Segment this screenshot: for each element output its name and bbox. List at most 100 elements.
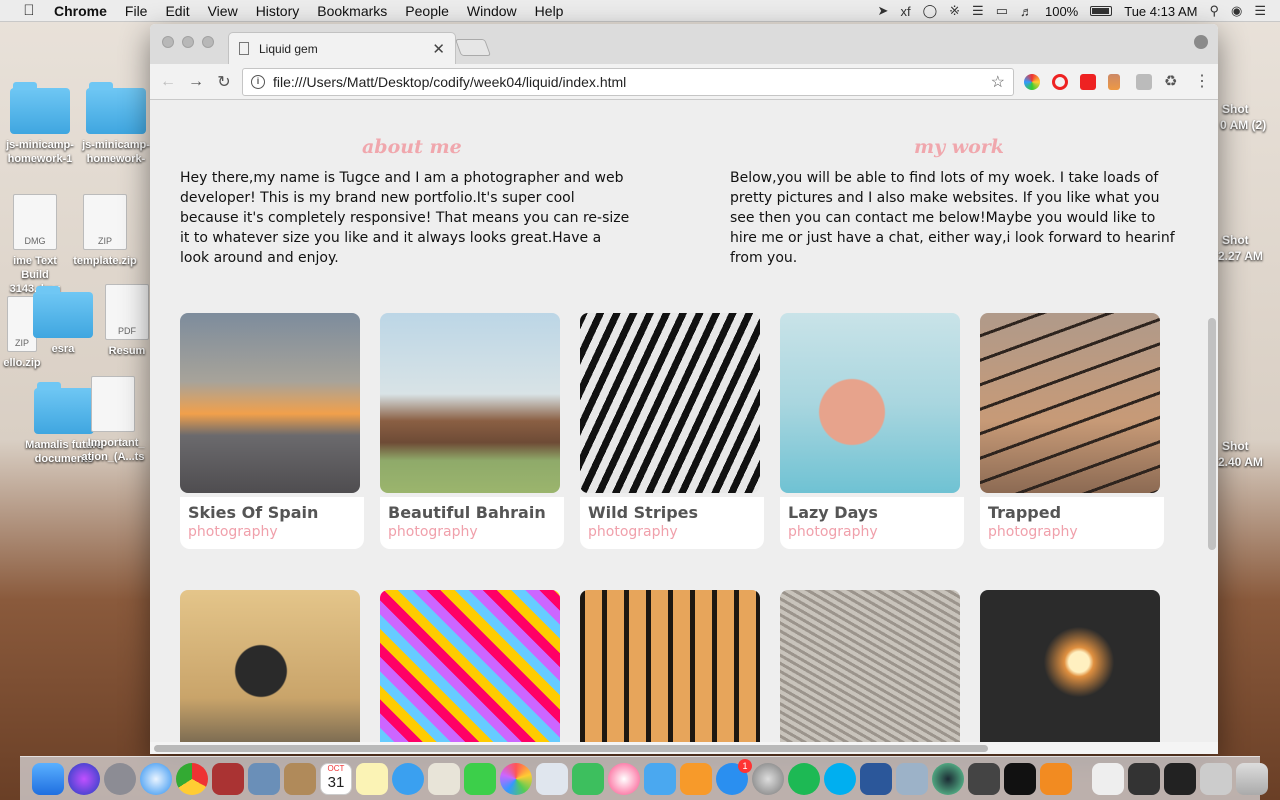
gallery-card[interactable]: Skies Of Spain photography: [180, 313, 364, 549]
card-title[interactable]: Skies Of Spain: [188, 503, 356, 522]
menu-view[interactable]: View: [199, 0, 247, 22]
safari-icon[interactable]: [140, 762, 172, 795]
trapped-photo[interactable]: [980, 313, 1160, 493]
gallery-card[interactable]: [180, 590, 364, 754]
contacts-icon[interactable]: [284, 762, 316, 795]
lazy-days-photo[interactable]: [780, 313, 960, 493]
xf-icon[interactable]: xf: [900, 4, 910, 19]
maps-icon[interactable]: [428, 762, 460, 795]
launchpad-icon[interactable]: [104, 762, 136, 795]
card-title[interactable]: Trapped: [988, 503, 1156, 522]
profile-icon[interactable]: [1194, 35, 1208, 49]
battery-icon[interactable]: [1090, 6, 1113, 16]
url-text[interactable]: file:///Users/Matt/Desktop/codify/week04…: [273, 74, 626, 90]
screenshot-label[interactable]: 2.27 AM: [1218, 249, 1263, 263]
youtube-extension-icon[interactable]: [1080, 74, 1096, 90]
twigs-photo[interactable]: [780, 590, 960, 754]
close-tab-icon[interactable]: ✕: [432, 40, 445, 58]
preview-icon[interactable]: [248, 762, 280, 795]
menu-file[interactable]: File: [116, 0, 157, 22]
menu-edit[interactable]: Edit: [156, 0, 198, 22]
beautiful-bahrain-photo[interactable]: [380, 313, 560, 493]
numbers-icon[interactable]: [572, 762, 604, 795]
minimized-terminal-icon[interactable]: [1164, 762, 1196, 795]
gallery-card[interactable]: [980, 590, 1164, 754]
finder-icon[interactable]: [32, 762, 64, 795]
keynote-icon[interactable]: [536, 762, 568, 795]
gallery-card[interactable]: Beautiful Bahrain photography: [380, 313, 564, 549]
vertical-scrollbar[interactable]: [1208, 318, 1216, 550]
menu-app-name[interactable]: Chrome: [40, 0, 116, 22]
downloads-stack-icon[interactable]: [1092, 762, 1124, 795]
card-tag[interactable]: photography: [588, 524, 756, 540]
minimize-window-button[interactable]: [182, 36, 194, 48]
airplay-icon[interactable]: ▭: [996, 3, 1008, 19]
tab-liquid-gem[interactable]: Liquid gem ✕: [228, 32, 456, 64]
photos-icon[interactable]: [500, 762, 532, 795]
reload-button[interactable]: ↻: [210, 72, 238, 92]
wild-stripes-photo[interactable]: [580, 313, 760, 493]
gallery-card[interactable]: [780, 590, 964, 754]
hammer-extension-icon[interactable]: [1108, 74, 1120, 90]
facetime-icon[interactable]: [464, 762, 496, 795]
menu-window[interactable]: Window: [458, 0, 526, 22]
minimized-window-icon[interactable]: [1128, 762, 1160, 795]
volume-icon[interactable]: ♬: [1020, 4, 1033, 19]
horizontal-scrollbar-thumb[interactable]: [154, 745, 988, 752]
sublime-orange-icon[interactable]: [1040, 762, 1072, 795]
chrome-menu-icon[interactable]: ⋮: [1194, 74, 1210, 90]
siri-icon[interactable]: [68, 762, 100, 795]
screenshot-label[interactable]: Shot: [1222, 233, 1249, 247]
site-info-icon[interactable]: i: [251, 75, 265, 89]
screenshot-label[interactable]: 0 AM (2): [1220, 118, 1266, 132]
new-tab-button[interactable]: [454, 39, 492, 56]
card-tag[interactable]: photography: [188, 524, 356, 540]
menu-history[interactable]: History: [247, 0, 309, 22]
system-preferences-icon[interactable]: [752, 762, 784, 795]
notes-icon[interactable]: [356, 762, 388, 795]
desktop-folder[interactable]: esra: [30, 286, 96, 356]
location-icon[interactable]: ➤: [878, 3, 889, 19]
rider-silhouette-photo[interactable]: [180, 590, 360, 754]
color-picker-extension-icon[interactable]: [1024, 74, 1040, 90]
screenshot-label[interactable]: 2.40 AM: [1218, 455, 1263, 469]
minimized-window-icon[interactable]: [1200, 762, 1232, 795]
fire-spinner-photo[interactable]: [980, 590, 1160, 754]
card-tag[interactable]: photography: [988, 524, 1156, 540]
desktop-file[interactable]: ZIP template.zip: [70, 194, 140, 268]
desktop-folder[interactable]: js-minicamp-homework-1: [6, 82, 74, 166]
itunes-icon[interactable]: [608, 762, 640, 795]
gallery-card[interactable]: [580, 590, 764, 754]
card-title[interactable]: Lazy Days: [788, 503, 956, 522]
puzzle-extension-icon[interactable]: [1136, 74, 1152, 90]
forward-button[interactable]: →: [182, 73, 210, 91]
light-streaks-photo[interactable]: [380, 590, 560, 754]
bluetooth-icon[interactable]: ※: [949, 3, 960, 19]
address-bar[interactable]: i file:///Users/Matt/Desktop/codify/week…: [242, 68, 1014, 96]
trash-icon[interactable]: [1236, 762, 1268, 795]
sublime-text-icon[interactable]: [968, 762, 1000, 795]
skies-of-spain-photo[interactable]: [180, 313, 360, 493]
gate-photo[interactable]: [580, 590, 760, 754]
recycle-extension-icon[interactable]: ♻: [1164, 74, 1180, 90]
ibooks-icon[interactable]: [680, 762, 712, 795]
siri-icon[interactable]: ◉: [1231, 3, 1242, 19]
screenshot-label[interactable]: Shot: [1222, 439, 1249, 453]
horizontal-scrollbar-track[interactable]: [150, 742, 1218, 754]
card-title[interactable]: Wild Stripes: [588, 503, 756, 522]
atom-icon[interactable]: [932, 762, 964, 795]
close-window-button[interactable]: [162, 36, 174, 48]
keynote-presenter-icon[interactable]: [644, 762, 676, 795]
gallery-card[interactable]: Lazy Days photography: [780, 313, 964, 549]
opera-extension-icon[interactable]: [1052, 74, 1068, 90]
screen-sharing-icon[interactable]: [896, 762, 928, 795]
desktop-file[interactable]: _Important_ ation_(A...ts: [76, 376, 150, 464]
card-title[interactable]: Beautiful Bahrain: [388, 503, 556, 522]
menu-people[interactable]: People: [396, 0, 458, 22]
spotify-icon[interactable]: [788, 762, 820, 795]
menu-bookmarks[interactable]: Bookmarks: [308, 0, 396, 22]
skype-icon[interactable]: [824, 762, 856, 795]
battery-percent[interactable]: 100%: [1045, 4, 1078, 19]
app-store-icon[interactable]: 1: [716, 758, 752, 795]
calendar-icon[interactable]: OCT 31: [320, 762, 352, 795]
